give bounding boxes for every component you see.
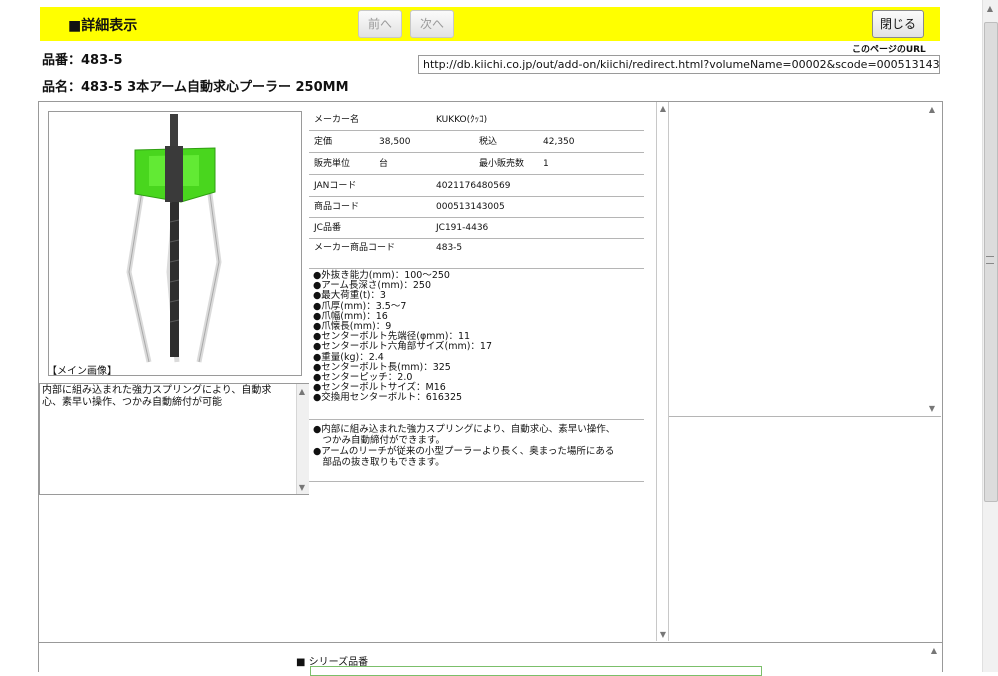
- feature-note: つかみ自動締付ができます。: [313, 435, 446, 446]
- frame-divider: [668, 102, 669, 641]
- scroll-down-arrow-icon[interactable]: ▼: [926, 404, 938, 413]
- scroll-up-arrow-icon[interactable]: ▲: [984, 4, 996, 13]
- scroll-down-arrow-icon[interactable]: ▼: [296, 482, 308, 494]
- scroll-up-arrow-icon[interactable]: ▲: [928, 646, 940, 655]
- spec-value: 4021176480569: [436, 181, 511, 191]
- grip-icon: [986, 256, 994, 264]
- description-box: 内部に組み込まれた強力スプリングにより、自動求心、素早い操作、つかみ自動締付が可…: [39, 383, 309, 495]
- frame-divider: [656, 102, 657, 641]
- page-url-field[interactable]: http://db.kiichi.co.jp/out/add-on/kiichi…: [418, 55, 940, 74]
- feature-note: 部品の抜き取りもできます。: [313, 457, 445, 468]
- spec-label: JANコード: [314, 181, 357, 191]
- spec-label: 税込: [479, 137, 498, 147]
- scroll-up-arrow-icon[interactable]: ▲: [296, 386, 308, 398]
- divider: [669, 416, 941, 417]
- spec-value: 42,350: [543, 137, 575, 147]
- spec-value: JC191-4436: [436, 223, 489, 233]
- spec-row-code: 商品コード 000513143005: [309, 197, 644, 218]
- spec-row-makercode: メーカー商品コード 483-5: [309, 238, 644, 269]
- puller-illustration: [126, 114, 222, 363]
- feature-list: ●外抜き能力(mm)：100～250 ●アーム長深さ(mm)：250 ●最大荷重…: [313, 270, 643, 404]
- product-number: 品番：483-5: [42, 53, 123, 68]
- spec-row-unit: 販売単位 台 最小販売数 1: [309, 154, 644, 175]
- spec-row-maker: メーカー名 KUKKO(ｸｯｺ): [309, 110, 644, 131]
- divider: [309, 419, 644, 420]
- spec-value: 台: [379, 159, 389, 169]
- spec-row-price: 定価 38,500 税込 42,350: [309, 132, 644, 153]
- divider: [309, 481, 644, 482]
- spec-value: 483-5: [436, 243, 463, 253]
- url-caption: このページのURL: [852, 45, 926, 55]
- spec-value: 1: [543, 159, 549, 169]
- spec-label: 販売単位: [314, 159, 351, 169]
- feature-item: ●交換用センターボルト：616325: [313, 392, 463, 404]
- description-scrollbar[interactable]: [296, 384, 309, 494]
- product-name: 品名：483-5 3本アーム自動求心プーラー 250MM: [42, 80, 349, 95]
- spec-label: 最小販売数: [479, 159, 525, 169]
- spec-row-jan: JANコード 4021176480569: [309, 176, 644, 197]
- scroll-up-arrow-icon[interactable]: ▲: [926, 105, 938, 114]
- spec-label: JC品番: [314, 223, 341, 233]
- spec-label: 商品コード: [314, 202, 360, 212]
- spec-label: 定価: [314, 137, 333, 147]
- image-caption: 【メイン画像】: [47, 366, 117, 377]
- series-table: [310, 666, 762, 676]
- product-image: [48, 111, 302, 376]
- spec-value: KUKKO(ｸｯｺ): [436, 115, 488, 125]
- spec-label: メーカー商品コード: [314, 243, 396, 253]
- close-button[interactable]: 閉じる: [872, 10, 924, 38]
- spec-value: 38,500: [379, 137, 411, 147]
- spec-value: 000513143005: [436, 202, 505, 212]
- feature-note: ●内部に組み込まれた強力スプリングにより、自動求心、素早い操作、: [313, 424, 616, 435]
- spec-label: メーカー名: [314, 115, 360, 125]
- header-bar: ■詳細表示 前へ 次へ 閉じる: [40, 7, 940, 41]
- next-button[interactable]: 次へ: [410, 10, 454, 38]
- prev-button[interactable]: 前へ: [358, 10, 402, 38]
- feature-notes: ●内部に組み込まれた強力スプリングにより、自動求心、素早い操作、 つかみ自動締付…: [313, 424, 643, 468]
- description-text: 内部に組み込まれた強力スプリングにより、自動求心、素早い操作、つかみ自動締付が可…: [42, 385, 272, 408]
- feature-note: ●アームのリーチが従来の小型プーラーより長く、奥まった場所にある: [313, 446, 615, 457]
- page-title: ■詳細表示: [68, 18, 138, 34]
- spec-row-jc: JC品番 JC191-4436: [309, 218, 644, 239]
